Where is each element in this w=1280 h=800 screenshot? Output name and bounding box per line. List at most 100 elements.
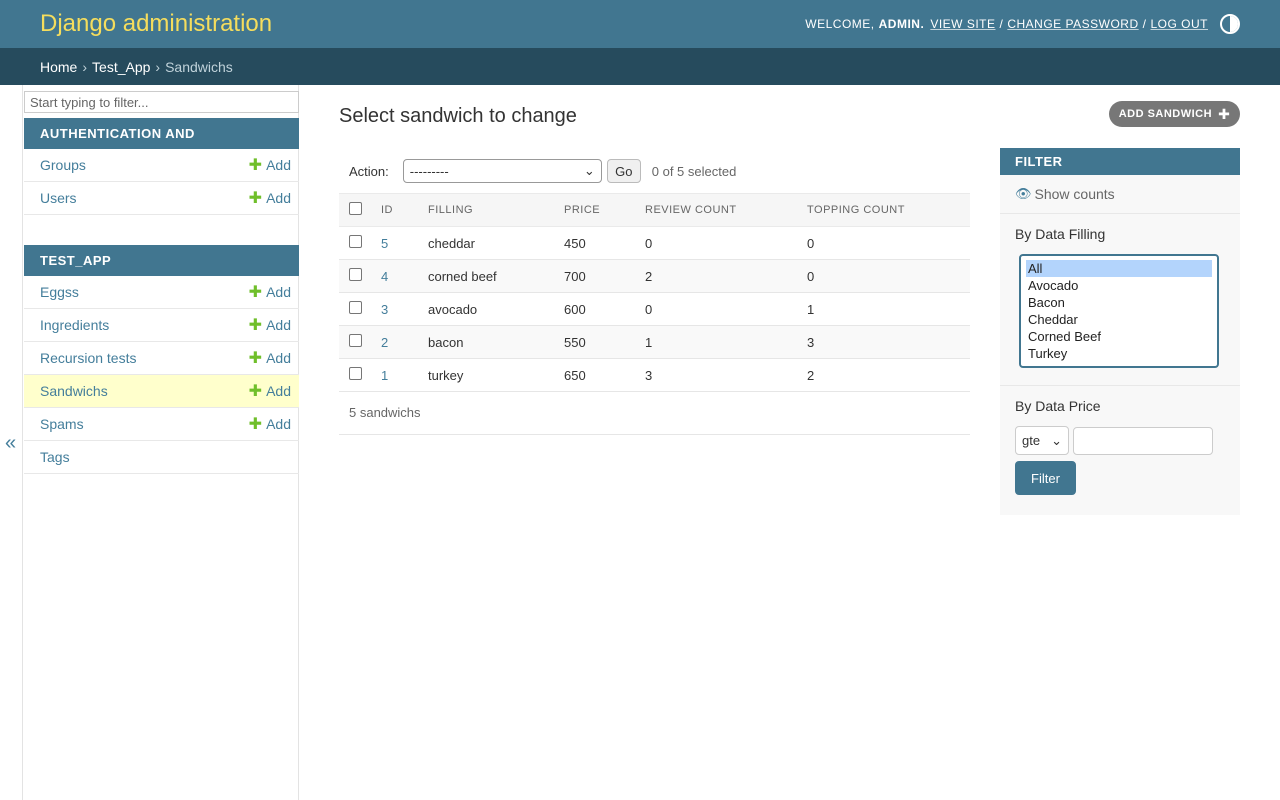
price-operator-select[interactable]: gte ⌄ — [1015, 426, 1069, 455]
add-sandwich-button[interactable]: ADD SANDWICH ✚ — [1109, 101, 1240, 127]
filling-option[interactable]: Bacon — [1026, 294, 1212, 311]
column-header-id[interactable]: ID — [373, 193, 420, 227]
result-table: ID FILLING PRICE REVIEW COUNT TOPPING CO… — [339, 193, 970, 392]
row-id-link[interactable]: 3 — [381, 302, 388, 317]
sidebar-item-label[interactable]: Tags — [40, 449, 70, 465]
module-test-app: TEST_APP Eggss ✚ Add Ingredients ✚ Add Rec… — [24, 245, 299, 474]
filling-option[interactable]: Turkey — [1026, 345, 1212, 362]
site-branding[interactable]: Django administration — [40, 10, 272, 38]
id-cell: 5 — [373, 226, 420, 260]
eye-icon: 👁 — [1015, 186, 1032, 201]
sidebar-item-ingredients: Ingredients ✚ Add — [24, 309, 299, 342]
column-header-review-count[interactable]: REVIEW COUNT — [637, 193, 799, 227]
add-users-link[interactable]: ✚ Add — [249, 188, 291, 208]
sidebar-item-label[interactable]: Users — [40, 190, 77, 206]
breadcrumb-home[interactable]: Home — [40, 59, 77, 75]
show-counts-link[interactable]: 👁 Show counts — [1000, 175, 1240, 214]
column-header-price[interactable]: PRICE — [556, 193, 637, 227]
topping-count-cell: 1 — [799, 292, 970, 326]
module-caption[interactable]: TEST_APP — [24, 245, 299, 276]
breadcrumb-current: Sandwichs — [165, 58, 233, 75]
action-select-value: --------- — [409, 163, 449, 179]
add-recursion-tests-link[interactable]: ✚ Add — [249, 348, 291, 368]
review-count-cell: 2 — [637, 259, 799, 293]
action-select[interactable]: --------- ⌄ — [402, 159, 602, 183]
page-title: Select sandwich to change — [339, 105, 577, 127]
sidebar-item-label[interactable]: Recursion tests — [40, 350, 136, 366]
sidebar-item-label[interactable]: Ingredients — [40, 317, 109, 333]
plus-icon: ✚ — [248, 416, 263, 433]
theme-toggle-icon[interactable] — [1220, 14, 1240, 34]
action-label: Action: — [349, 163, 389, 179]
column-header-filling[interactable]: FILLING — [420, 193, 556, 227]
table-row: 1 turkey 650 3 2 — [339, 358, 970, 392]
add-eggss-link[interactable]: ✚ Add — [249, 282, 291, 302]
row-id-link[interactable]: 4 — [381, 269, 388, 284]
row-checkbox[interactable] — [349, 301, 362, 314]
row-select-cell — [339, 358, 373, 392]
row-checkbox[interactable] — [349, 268, 362, 281]
log-out-link[interactable]: LOG OUT — [1150, 17, 1208, 31]
filling-option[interactable]: Cheddar — [1026, 311, 1212, 328]
chevron-down-icon: ⌄ — [583, 163, 595, 178]
sidebar-item-recursion-tests: Recursion tests ✚ Add — [24, 342, 299, 375]
filling-cell: cheddar — [420, 226, 556, 260]
add-sandwichs-link[interactable]: ✚ Add — [249, 381, 291, 401]
filling-filter-listbox[interactable]: All Avocado Bacon Cheddar Corned Beef Tu… — [1019, 254, 1219, 368]
actions-bar: Action: --------- ⌄ Go 0 of 5 selected — [339, 153, 970, 189]
topping-count-cell: 0 — [799, 226, 970, 260]
select-all-checkbox[interactable] — [349, 202, 362, 215]
module-caption[interactable]: AUTHENTICATION AND AUTHORIZATION — [24, 118, 299, 172]
sidebar-item-users: Users ✚ Add — [24, 182, 299, 215]
add-groups-link[interactable]: ✚ Add — [249, 155, 291, 175]
price-value-input[interactable] — [1073, 426, 1213, 455]
collapse-sidebar-icon[interactable]: « — [5, 432, 16, 455]
add-ingredients-link[interactable]: ✚ Add — [249, 315, 291, 335]
add-label: Add — [266, 383, 291, 399]
review-count-cell: 1 — [637, 325, 799, 359]
row-checkbox[interactable] — [349, 235, 362, 248]
filling-option[interactable]: Corned Beef — [1026, 328, 1212, 345]
filling-option[interactable]: Avocado — [1026, 277, 1212, 294]
user-tools: WELCOME, ADMIN. VIEW SITE / CHANGE PASSW… — [805, 14, 1240, 34]
id-cell: 2 — [373, 325, 420, 359]
table-row: 4 corned beef 700 2 0 — [339, 259, 970, 293]
sidebar-item-label[interactable]: Sandwichs — [40, 383, 108, 399]
row-checkbox[interactable] — [349, 334, 362, 347]
filter-panel: FILTER 👁 Show counts By Data Filling All… — [1000, 148, 1240, 515]
row-id-link[interactable]: 2 — [381, 335, 388, 350]
sidebar-item-label[interactable]: Spams — [40, 416, 84, 432]
filter-heading: FILTER — [1000, 148, 1240, 175]
price-cell: 600 — [556, 292, 637, 326]
view-site-link[interactable]: VIEW SITE — [930, 17, 995, 31]
breadcrumb-app[interactable]: Test_App — [92, 59, 150, 75]
username: ADMIN. — [878, 17, 925, 31]
nav-filter-input[interactable] — [24, 91, 299, 113]
sidebar-item-sandwichs: Sandwichs ✚ Add — [24, 375, 299, 408]
filling-cell: corned beef — [420, 259, 556, 293]
change-password-link[interactable]: CHANGE PASSWORD — [1007, 17, 1138, 31]
breadcrumb-separator: › — [82, 58, 88, 75]
row-id-link[interactable]: 1 — [381, 368, 388, 383]
row-checkbox[interactable] — [349, 367, 362, 380]
add-spams-link[interactable]: ✚ Add — [249, 414, 291, 434]
add-label: Add — [266, 416, 291, 432]
column-header-topping-count[interactable]: TOPPING COUNT — [799, 193, 970, 227]
price-operator-value: gte — [1022, 433, 1041, 448]
select-all-cell — [339, 193, 373, 227]
sidebar-item-tags: Tags — [24, 441, 299, 474]
sidebar-item-label[interactable]: Eggss — [40, 284, 79, 300]
row-id-link[interactable]: 5 — [381, 236, 388, 251]
table-header-row: ID FILLING PRICE REVIEW COUNT TOPPING CO… — [339, 193, 970, 227]
review-count-cell: 0 — [637, 226, 799, 260]
add-label: Add — [266, 157, 291, 173]
filter-button[interactable]: Filter — [1015, 461, 1076, 495]
filling-option[interactable]: All — [1026, 260, 1212, 277]
sidebar-item-label[interactable]: Groups — [40, 157, 86, 173]
filling-cell: avocado — [420, 292, 556, 326]
price-cell: 700 — [556, 259, 637, 293]
divider — [1000, 385, 1240, 386]
go-button[interactable]: Go — [606, 159, 641, 183]
price-cell: 450 — [556, 226, 637, 260]
plus-icon: ✚ — [248, 383, 263, 400]
